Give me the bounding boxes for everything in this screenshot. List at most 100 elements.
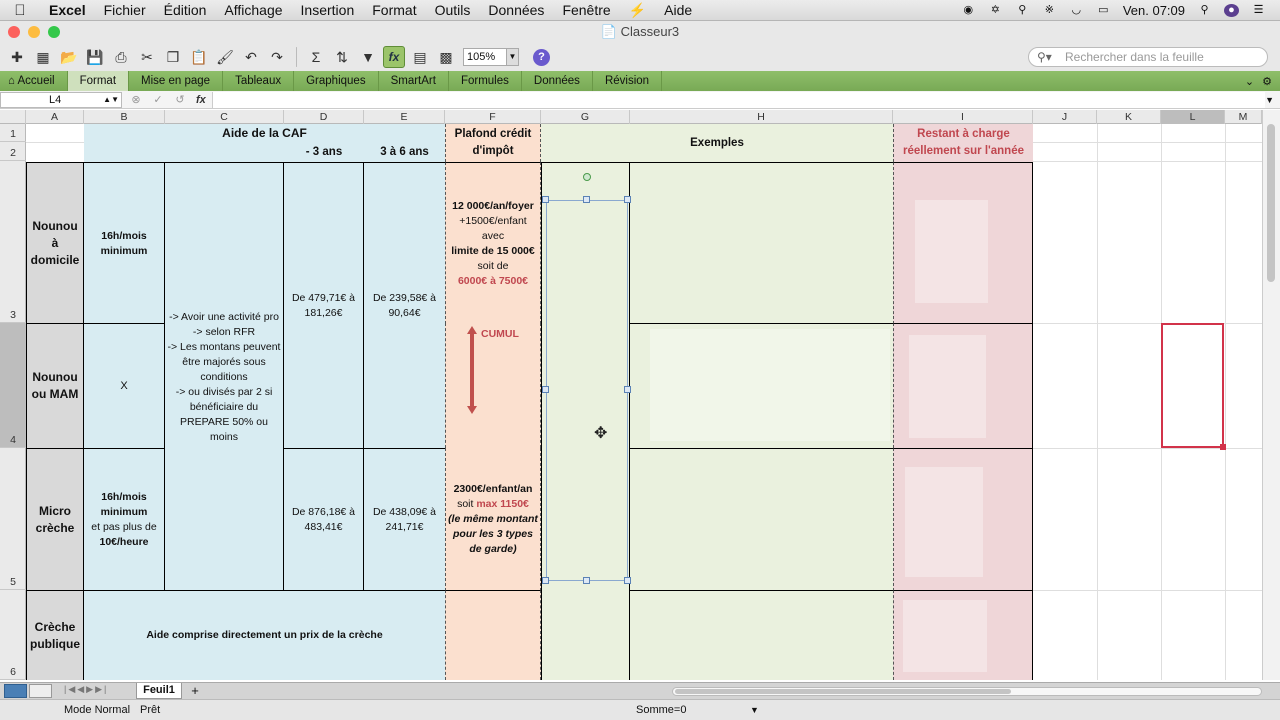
toolbox-icon[interactable]: ▩ xyxy=(435,46,457,68)
zoom-select[interactable]: 105% xyxy=(463,48,507,66)
shape-resize-handle[interactable] xyxy=(583,196,590,203)
gallery-icon[interactable]: ▤ xyxy=(409,46,431,68)
column-header-e[interactable]: E xyxy=(364,110,445,124)
horizontal-scrollbar[interactable] xyxy=(672,687,1262,696)
siri-icon[interactable]: ● xyxy=(1224,3,1239,17)
wifi-icon[interactable]: ◡ xyxy=(1069,4,1084,17)
tab-donnees[interactable]: Données xyxy=(522,71,593,91)
row-header-1[interactable]: 1 xyxy=(0,124,26,142)
column-header-a[interactable]: A xyxy=(26,110,84,124)
print-icon[interactable]: ⎙ xyxy=(110,46,132,68)
status-sum[interactable]: Somme=0 xyxy=(636,704,686,716)
tab-revision[interactable]: Révision xyxy=(593,71,663,91)
row-header-6[interactable]: 6 xyxy=(0,590,26,680)
page-layout-view-icon[interactable] xyxy=(29,684,52,698)
column-header-g[interactable]: G xyxy=(541,110,630,124)
menu-insertion[interactable]: Insertion xyxy=(292,2,364,18)
spotlight-icon[interactable]: ⚲ xyxy=(1197,4,1212,17)
format-painter-icon[interactable]: 🖌 xyxy=(214,46,236,68)
status-sum-dropdown-icon[interactable]: ▼ xyxy=(750,705,759,715)
spreadsheet-grid[interactable]: A B C D E F G H I J K L M 1 2 3 4 5 6 Ai… xyxy=(0,110,1262,680)
column-header-l[interactable]: L xyxy=(1161,110,1225,124)
ribbon-settings-icon[interactable]: ⚙ xyxy=(1262,75,1272,88)
close-window-button[interactable] xyxy=(8,26,20,38)
sort-icon[interactable]: ⇅ xyxy=(331,46,353,68)
sheet-search-input[interactable]: ⚲▾ Rechercher dans la feuille xyxy=(1028,47,1268,67)
row-header-5[interactable]: 5 xyxy=(0,448,26,590)
tab-smartart[interactable]: SmartArt xyxy=(379,71,449,91)
battery-icon[interactable]: ▭ xyxy=(1096,4,1111,17)
sheet-tab-feuil1[interactable]: Feuil1 xyxy=(136,683,182,699)
shape-resize-handle[interactable] xyxy=(542,577,549,584)
shape-resize-handle[interactable] xyxy=(624,386,631,393)
row-header-4[interactable]: 4 xyxy=(0,323,26,448)
paste-icon[interactable]: 📋 xyxy=(188,46,210,68)
menu-donnees[interactable]: Données xyxy=(479,2,553,18)
column-header-k[interactable]: K xyxy=(1097,110,1161,124)
menu-aide[interactable]: Aide xyxy=(655,2,701,18)
tab-tableaux[interactable]: Tableaux xyxy=(223,71,295,91)
shape-resize-handle[interactable] xyxy=(624,196,631,203)
autosum-icon[interactable]: Σ xyxy=(305,46,327,68)
expand-formula-icon[interactable]: ▼ xyxy=(1265,95,1280,105)
menu-affichage[interactable]: Affichage xyxy=(215,2,291,18)
select-all-corner[interactable] xyxy=(0,110,26,124)
fill-handle[interactable] xyxy=(1220,444,1226,450)
sheet-nav-arrows-icon[interactable]: |◀◀▶▶| xyxy=(64,684,108,695)
menu-format[interactable]: Format xyxy=(363,2,425,18)
horizontal-scroll-thumb[interactable] xyxy=(675,689,1011,694)
menu-excel[interactable]: Excel xyxy=(40,2,95,18)
save-icon[interactable]: 💾 xyxy=(84,46,106,68)
vertical-scrollbar[interactable] xyxy=(1262,110,1280,680)
formula-builder-button[interactable]: fx xyxy=(383,46,405,68)
selected-shape[interactable] xyxy=(546,200,628,581)
minimize-window-button[interactable] xyxy=(28,26,40,38)
column-header-j[interactable]: J xyxy=(1033,110,1097,124)
active-cell-l4[interactable] xyxy=(1161,323,1224,448)
row-header-2[interactable]: 2 xyxy=(0,142,26,161)
redo-icon[interactable]: ↷ xyxy=(266,46,288,68)
menu-outils[interactable]: Outils xyxy=(426,2,480,18)
tab-mise-en-page[interactable]: Mise en page xyxy=(129,71,224,91)
menubar-clock[interactable]: Ven. 07:09 xyxy=(1123,3,1185,18)
formula-input[interactable] xyxy=(211,91,1266,108)
record-icon[interactable]: ◉ xyxy=(961,4,976,17)
menu-fenetre[interactable]: Fenêtre xyxy=(553,2,619,18)
column-header-f[interactable]: F xyxy=(445,110,541,124)
zoom-window-button[interactable] xyxy=(48,26,60,38)
cut-icon[interactable]: ✂ xyxy=(136,46,158,68)
magnifier-icon[interactable]: ⚲ xyxy=(1015,4,1030,17)
templates-icon[interactable]: ▦ xyxy=(32,46,54,68)
shape-resize-handle[interactable] xyxy=(583,577,590,584)
shape-resize-handle[interactable] xyxy=(542,196,549,203)
shape-rotate-handle[interactable] xyxy=(583,173,591,181)
tab-graphiques[interactable]: Graphiques xyxy=(294,71,379,91)
column-header-m[interactable]: M xyxy=(1225,110,1262,124)
undo-icon[interactable]: ↶ xyxy=(240,46,262,68)
insert-function-icon[interactable]: ↺ xyxy=(172,93,188,106)
new-workbook-icon[interactable]: ✚ xyxy=(6,46,28,68)
tab-formules[interactable]: Formules xyxy=(449,71,522,91)
shape-resize-handle[interactable] xyxy=(542,386,549,393)
fx-icon[interactable]: fx xyxy=(196,94,206,106)
column-header-h[interactable]: H xyxy=(630,110,893,124)
vertical-scroll-thumb[interactable] xyxy=(1267,124,1275,282)
column-header-b[interactable]: B xyxy=(84,110,165,124)
name-box[interactable]: L4 ▲▼ xyxy=(0,91,122,108)
apple-menu-icon[interactable]:  xyxy=(0,2,40,19)
script-menu-icon[interactable]: ⚡ xyxy=(620,2,655,19)
name-box-stepper-icon[interactable]: ▲▼ xyxy=(103,93,119,107)
zoom-dropdown-icon[interactable]: ▼ xyxy=(507,48,519,66)
filter-icon[interactable]: ▼ xyxy=(357,46,379,68)
add-sheet-icon[interactable]: + xyxy=(186,683,204,699)
help-icon[interactable]: ? xyxy=(533,48,550,66)
collapse-ribbon-icon[interactable]: ⌄ xyxy=(1245,75,1254,88)
column-header-i[interactable]: I xyxy=(893,110,1033,124)
notification-center-icon[interactable]: ☰ xyxy=(1251,4,1266,17)
column-header-d[interactable]: D xyxy=(284,110,364,124)
copy-icon[interactable]: ❐ xyxy=(162,46,184,68)
shape-resize-handle[interactable] xyxy=(624,577,631,584)
confirm-entry-icon[interactable]: ✓ xyxy=(150,93,166,106)
menu-edition[interactable]: Édition xyxy=(155,2,216,18)
tab-format[interactable]: Format xyxy=(67,71,130,91)
